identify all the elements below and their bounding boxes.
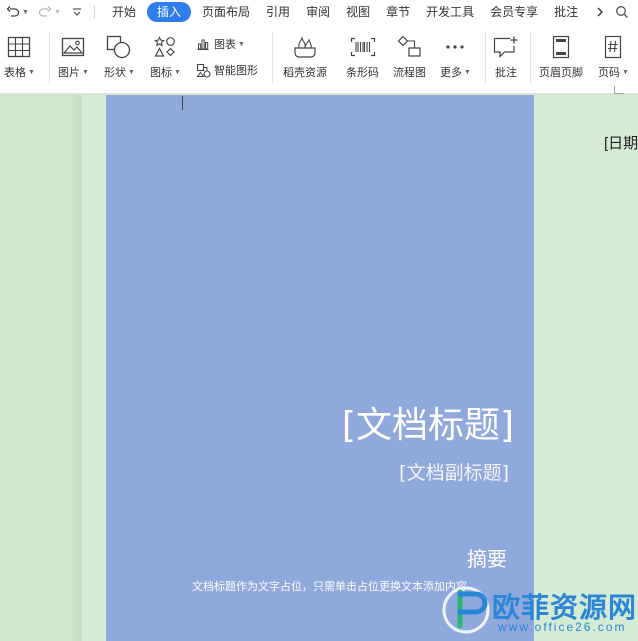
barcode-button[interactable]: 条形码 [346, 34, 379, 80]
text-cursor [182, 96, 183, 110]
shape-label: 形状 [104, 67, 126, 79]
daoke-resources-label: 稻壳资源 [283, 67, 327, 79]
header-footer-button[interactable]: 页眉页脚 [539, 34, 583, 80]
tab-developer[interactable]: 开发工具 [418, 2, 482, 22]
ribbon-separator [49, 32, 50, 84]
picture-icon [60, 34, 86, 60]
search-icon[interactable] [612, 2, 632, 22]
tab-member[interactable]: 会员专享 [482, 2, 546, 22]
icon-library-label: 图标 [150, 67, 172, 79]
flowchart-button[interactable]: 流程图 [393, 34, 426, 80]
redo-dropdown-icon[interactable]: ▼ [54, 9, 62, 16]
watermark-site-url: www.office26.com [498, 620, 627, 634]
table-dropdown-icon: ▼ [28, 68, 35, 76]
comment-label: 批注 [495, 67, 517, 79]
barcode-icon [350, 34, 376, 60]
watermark-logo-icon [442, 586, 490, 634]
picture-button[interactable]: 图片 ▼ [58, 34, 89, 80]
tab-references[interactable]: 引用 [258, 2, 298, 22]
more-dropdown-icon: ▼ [464, 68, 471, 76]
daoke-resources-button[interactable]: 稻壳资源 [283, 34, 327, 80]
shape-dropdown-icon: ▼ [128, 68, 135, 76]
flowchart-icon [397, 34, 423, 60]
document-subtitle-placeholder[interactable]: [文档副标题] [399, 458, 509, 485]
more-label: 更多 [440, 67, 462, 79]
ribbon-separator [272, 32, 273, 84]
picture-label: 图片 [58, 67, 80, 79]
chart-label: 图表 [214, 39, 236, 51]
table-icon [6, 34, 32, 60]
menu-bar: ▼ ▼ 开始 插入 页面布局 引用 审阅 视图 章节 开发工具 会员专享 批注 [0, 0, 638, 24]
chart-button[interactable]: 图表 ▼ [195, 36, 245, 52]
tab-review[interactable]: 审阅 [298, 2, 338, 22]
abstract-text-placeholder[interactable]: 文档标题作为文字占位，只需单击占位更换文本添加内容 [192, 578, 467, 594]
smart-art-icon [195, 62, 211, 78]
insert-ribbon: 表格 ▼ 图片 ▼ 形状 ▼ 图标 ▼ 图表 ▼ 智能图形 稻壳资源 条形码 流… [0, 24, 638, 94]
tab-sections[interactable]: 章节 [378, 2, 418, 22]
tab-home[interactable]: 开始 [104, 2, 144, 22]
redo-icon[interactable] [36, 2, 54, 22]
page-number-button[interactable]: 页码 ▼ [598, 34, 629, 80]
daoke-resources-icon [292, 34, 318, 60]
toolbar-separator [94, 5, 95, 19]
margin-corner-mark [614, 86, 624, 94]
more-icon [442, 34, 468, 60]
shape-icon [106, 34, 132, 60]
comment-button[interactable]: 批注 [493, 34, 519, 80]
smart-art-button[interactable]: 智能图形 [195, 62, 258, 78]
icon-library-button[interactable]: 图标 ▼ [150, 34, 181, 80]
smart-art-label: 智能图形 [214, 65, 258, 77]
barcode-label: 条形码 [346, 67, 379, 79]
abstract-heading[interactable]: 摘要 [467, 543, 507, 572]
shape-button[interactable]: 形状 ▼ [104, 34, 135, 80]
icon-library-icon [152, 34, 178, 60]
tab-page-layout[interactable]: 页面布局 [194, 2, 258, 22]
table-button[interactable]: 表格 ▼ [4, 34, 35, 80]
table-label: 表格 [4, 67, 26, 79]
header-footer-icon [548, 34, 574, 60]
flowchart-label: 流程图 [393, 67, 426, 79]
comment-icon [493, 34, 519, 60]
page-number-icon [600, 34, 626, 60]
page-number-label: 页码 [598, 67, 620, 79]
undo-icon[interactable] [4, 2, 22, 22]
date-placeholder[interactable]: [日期 [604, 132, 638, 153]
page-number-dropdown-icon: ▼ [622, 68, 629, 76]
customize-quick-access-icon[interactable] [68, 2, 86, 22]
tab-insert[interactable]: 插入 [147, 2, 192, 22]
icon-library-dropdown-icon: ▼ [174, 68, 181, 76]
document-title-placeholder[interactable]: [文档标题] [342, 396, 514, 448]
chart-dropdown-icon: ▼ [238, 40, 245, 48]
picture-dropdown-icon: ▼ [82, 68, 89, 76]
tab-view[interactable]: 视图 [338, 2, 378, 22]
site-watermark: 欧菲资源网 www.office26.com [438, 578, 638, 641]
header-footer-label: 页眉页脚 [539, 67, 583, 79]
undo-dropdown-icon[interactable]: ▼ [22, 9, 30, 16]
ribbon-tabs: 开始 插入 页面布局 引用 审阅 视图 章节 开发工具 会员专享 批注 [104, 0, 582, 24]
ribbon-separator [485, 32, 486, 84]
chart-icon [195, 36, 211, 52]
tab-comments[interactable]: 批注 [546, 2, 582, 22]
more-button[interactable]: 更多 ▼ [440, 34, 471, 80]
tabs-scroll-right-icon[interactable] [594, 2, 606, 22]
quick-access-toolbar: ▼ ▼ [0, 0, 104, 24]
ribbon-separator [530, 32, 531, 84]
